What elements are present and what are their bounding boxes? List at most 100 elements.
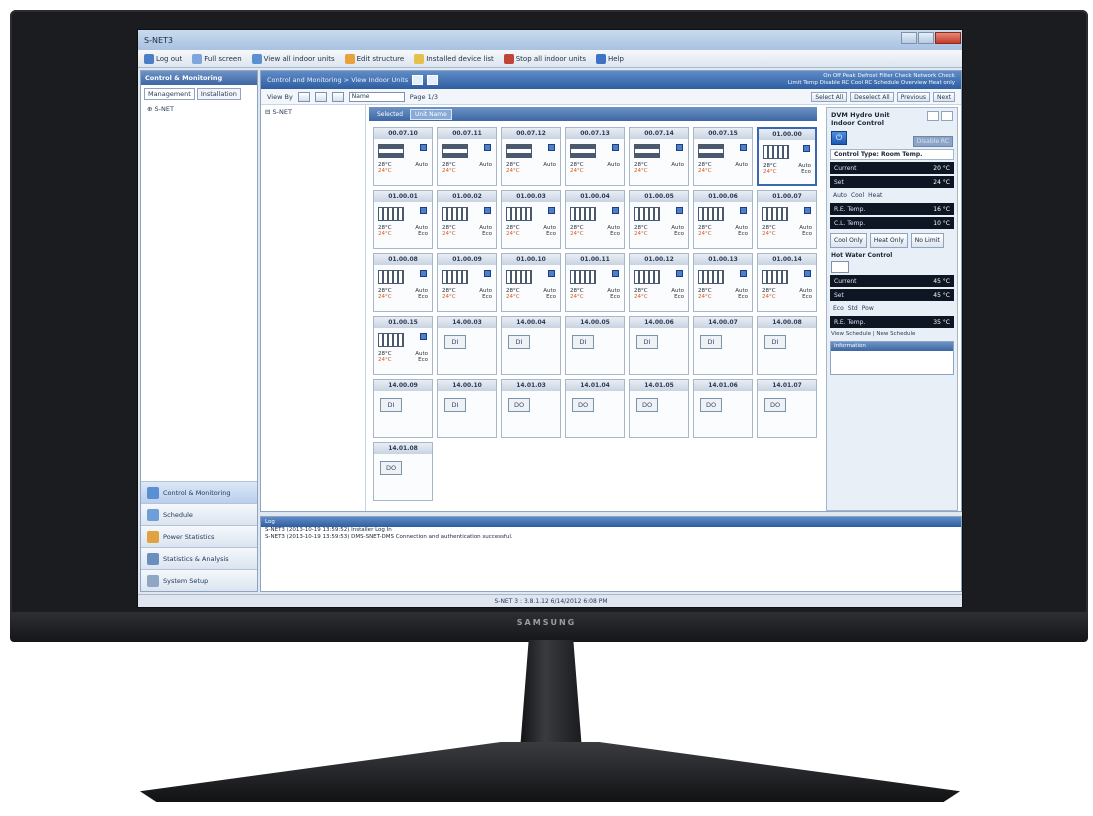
set-temp: 24°C (378, 168, 392, 174)
nav-item-control-monitoring[interactable]: Control & Monitoring (141, 481, 257, 503)
unit-card[interactable]: 14.00.06 DI (629, 316, 689, 375)
unit-card[interactable]: 01.00.01 28°C 24°C Auto Eco (373, 190, 433, 249)
unit-id: 14.00.08 (758, 317, 816, 328)
unit-card[interactable]: 01.00.03 28°C 24°C Auto Eco (501, 190, 561, 249)
panel-close-button[interactable] (941, 111, 953, 121)
unit-card[interactable]: 14.00.10 DI (437, 379, 497, 438)
mode-heat-button[interactable]: Heat (868, 192, 882, 199)
unit-card[interactable]: 14.00.08 DI (757, 316, 817, 375)
unit-card[interactable]: 00.07.15 28°C 24°C Auto (693, 127, 753, 186)
unit-card[interactable]: 14.00.09 DI (373, 379, 433, 438)
nav-item-system-setup[interactable]: System Setup (141, 569, 257, 591)
unit-card[interactable]: 14.00.05 DI (565, 316, 625, 375)
list-view-button[interactable] (331, 91, 344, 102)
unit-card[interactable]: 01.00.08 28°C 24°C Auto Eco (373, 253, 433, 312)
information-header: Information (831, 342, 953, 351)
hw-mode-eco-button[interactable]: Eco (833, 305, 844, 312)
maximize-button[interactable] (918, 32, 934, 44)
toolbar-icon (344, 53, 355, 64)
disable-rc-button[interactable]: Disable RC (912, 136, 953, 147)
unit-card[interactable]: 14.01.07 DO (757, 379, 817, 438)
hw-set-value[interactable]: 45 °C (933, 292, 950, 299)
unit-card[interactable]: 14.01.06 DO (693, 379, 753, 438)
power-button[interactable]: ⏻ (831, 131, 847, 145)
unit-card[interactable]: 01.00.10 28°C 24°C Auto Eco (501, 253, 561, 312)
hw-range-value[interactable]: 35 °C (933, 319, 950, 326)
unit-id: 01.00.04 (566, 191, 624, 202)
set-value[interactable]: 24 °C (933, 179, 950, 186)
tab-unit-name[interactable]: Unit Name (410, 108, 452, 120)
tab-selected[interactable]: Selected (373, 110, 407, 119)
hot-water-power-button[interactable] (831, 261, 849, 273)
minimize-button[interactable] (901, 32, 917, 44)
unit-card[interactable]: 14.00.03 DI (437, 316, 497, 375)
unit-card[interactable]: 01.00.04 28°C 24°C Auto Eco (565, 190, 625, 249)
toolbar-button-full-screen[interactable]: Full screen (190, 53, 243, 65)
unit-card[interactable]: 14.01.05 DO (629, 379, 689, 438)
unit-card[interactable]: 01.00.13 28°C 24°C Auto Eco (693, 253, 753, 312)
no-limit-button[interactable]: No Limit (910, 233, 944, 248)
tree-root-item[interactable]: S-NET (155, 105, 174, 113)
sort-select[interactable]: Name (348, 91, 405, 102)
unit-card[interactable]: 14.01.04 DO (565, 379, 625, 438)
cool-only-button[interactable]: Cool Only (830, 233, 867, 248)
heat-only-button[interactable]: Heat Only (869, 233, 908, 248)
hw-mode-std-button[interactable]: Std (848, 305, 858, 312)
unit-card[interactable]: 14.00.07 DI (693, 316, 753, 375)
next-button[interactable]: Next (933, 92, 955, 102)
mode-auto-button[interactable]: Auto (833, 192, 847, 199)
mode-cool-button[interactable]: Cool (851, 192, 864, 199)
unit-card[interactable]: 14.01.03 DO (501, 379, 561, 438)
unit-card[interactable]: 01.00.15 28°C 24°C Auto Eco (373, 316, 433, 375)
toolbar-button-installed-device-list[interactable]: Installed device list (412, 53, 496, 65)
range2-value[interactable]: 10 °C (933, 220, 950, 227)
unit-card[interactable]: 01.00.14 28°C 24°C Auto Eco (757, 253, 817, 312)
deselect-all-button[interactable]: Deselect All (850, 92, 894, 102)
nav-item-power-statistics[interactable]: Power Statistics (141, 525, 257, 547)
unit-card[interactable]: 01.00.02 28°C 24°C Auto Eco (437, 190, 497, 249)
toolbar-button-stop-all-indoor-units[interactable]: Stop all indoor units (502, 53, 588, 65)
list-view-icon[interactable] (427, 75, 439, 85)
unit-card[interactable]: 00.07.12 28°C 24°C Auto (501, 127, 561, 186)
toolbar-button-help[interactable]: Help (594, 53, 626, 65)
panel-settings-button[interactable] (927, 111, 939, 121)
unit-card[interactable]: 00.07.13 28°C 24°C Auto (565, 127, 625, 186)
schedule-links[interactable]: View Schedule | New Schedule (831, 331, 953, 337)
unit-card[interactable]: 14.00.04 DI (501, 316, 561, 375)
unit-card[interactable]: 01.00.07 28°C 24°C Auto Eco (757, 190, 817, 249)
set-temp: 24°C (634, 294, 648, 300)
unit-card[interactable]: 01.00.12 28°C 24°C Auto Eco (629, 253, 689, 312)
nav-item-statistics-analysis[interactable]: Statistics & Analysis (141, 547, 257, 569)
unit-card[interactable]: 01.00.05 28°C 24°C Auto Eco (629, 190, 689, 249)
unit-card[interactable]: 00.07.14 28°C 24°C Auto (629, 127, 689, 186)
status-indicator-icon (548, 270, 555, 277)
select-all-button[interactable]: Select All (811, 92, 848, 102)
unit-tree-root[interactable]: S-NET (273, 108, 292, 116)
tree-expand-icon[interactable]: ⊟ (265, 108, 273, 116)
toolbar-button-log-out[interactable]: Log out (142, 53, 184, 65)
tab-management[interactable]: Management (144, 88, 195, 100)
unit-mode: Auto (543, 162, 556, 168)
toolbar-button-edit-structure[interactable]: Edit structure (343, 53, 407, 65)
unit-card[interactable]: 01.00.00 28°C 24°C Auto Eco (757, 127, 817, 186)
large-icon-view-button[interactable] (297, 91, 310, 102)
unit-card[interactable]: 01.00.06 28°C 24°C Auto Eco (693, 190, 753, 249)
unit-id: 14.01.08 (374, 443, 432, 454)
unit-card[interactable]: 14.01.08 DO (373, 442, 433, 501)
medium-icon-view-button[interactable] (314, 91, 327, 102)
previous-button[interactable]: Previous (896, 92, 931, 102)
control-type-label: Control Type: Room Temp. (830, 149, 954, 160)
nav-item-schedule[interactable]: Schedule (141, 503, 257, 525)
toolbar-icon (144, 53, 154, 64)
close-button[interactable] (935, 32, 961, 44)
range1-value[interactable]: 16 °C (933, 206, 950, 213)
unit-card[interactable]: 00.07.11 28°C 24°C Auto (437, 127, 497, 186)
toolbar-button-view-all-indoor-units[interactable]: View all indoor units (250, 53, 337, 65)
unit-card[interactable]: 01.00.11 28°C 24°C Auto Eco (565, 253, 625, 312)
unit-card[interactable]: 01.00.09 28°C 24°C Auto Eco (437, 253, 497, 312)
tree-expand-icon[interactable]: ⊕ (147, 105, 155, 113)
tab-installation[interactable]: Installation (196, 88, 241, 100)
grid-view-icon[interactable] (412, 75, 424, 85)
hw-mode-pow-button[interactable]: Pow (862, 305, 874, 312)
unit-card[interactable]: 00.07.10 28°C 24°C Auto (373, 127, 433, 186)
